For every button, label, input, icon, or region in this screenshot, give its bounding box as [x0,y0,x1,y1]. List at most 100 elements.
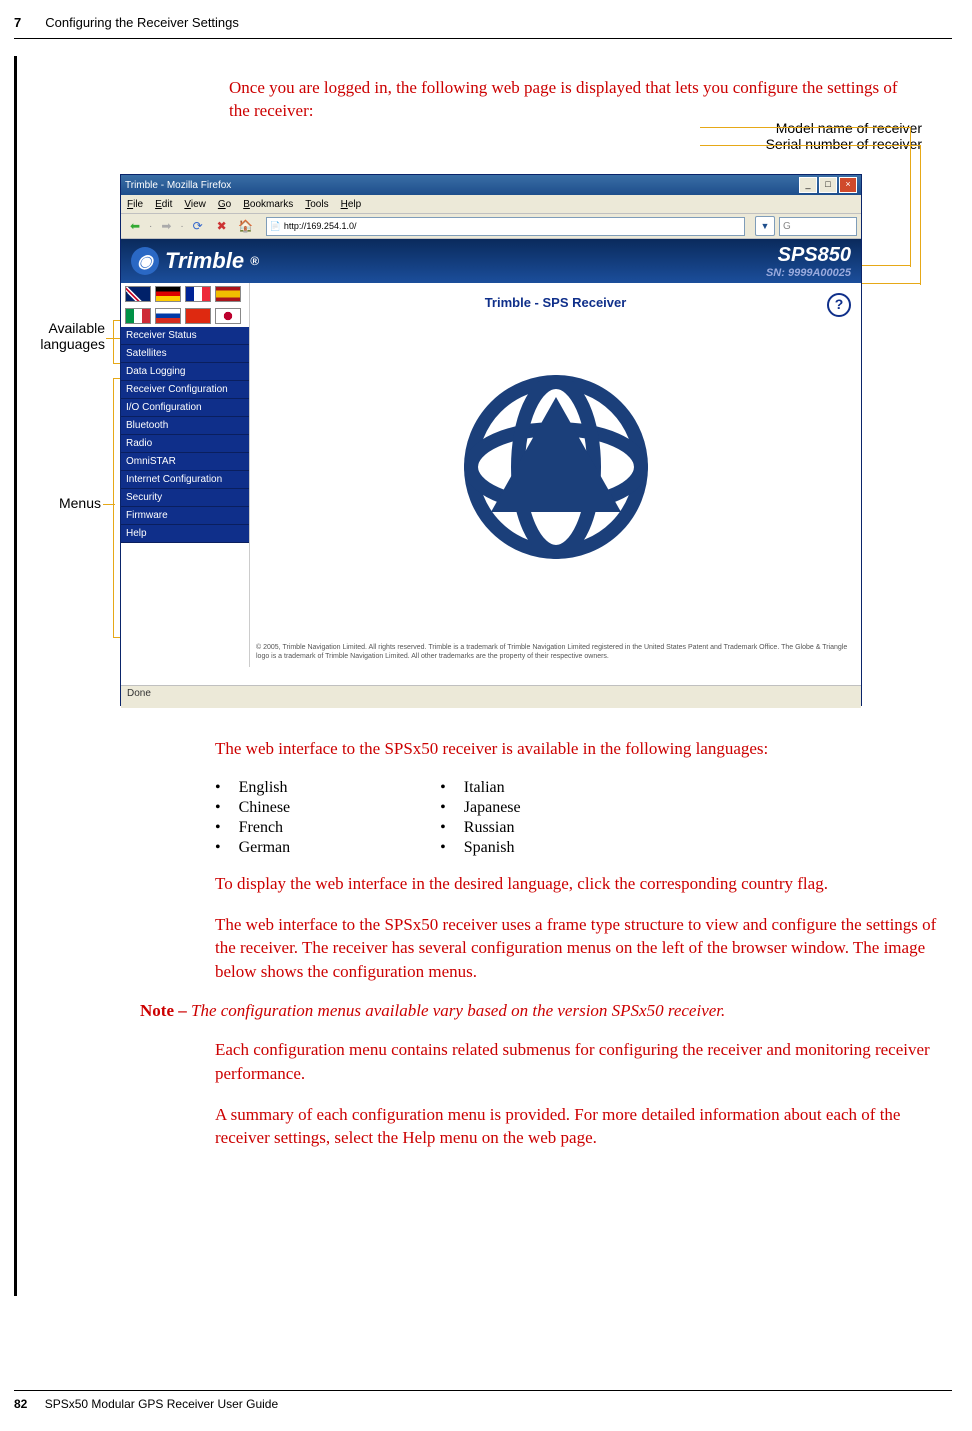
serial-label: SN: 9999A00025 [766,267,851,279]
sidebar-item[interactable]: Security [121,489,249,507]
list-item: Italian [440,778,520,798]
sidebar-item[interactable]: Receiver Status [121,327,249,345]
search-input[interactable]: G [779,217,857,236]
back-icon[interactable]: ⬅ [125,216,145,236]
chapter-number: 7 [14,15,21,30]
sidebar-item[interactable]: Satellites [121,345,249,363]
es-flag[interactable] [215,286,241,302]
menu-list: Receiver StatusSatellitesData LoggingRec… [121,327,249,543]
separator: · [149,221,152,232]
list-item: Spanish [440,838,520,858]
languages-intro: The web interface to the SPSx50 receiver… [215,737,942,761]
list-item: German [215,838,290,858]
forward-icon[interactable]: ➡ [156,216,176,236]
it-flag[interactable] [125,308,151,324]
list-item: Chinese [215,798,290,818]
sidebar-item[interactable]: Radio [121,435,249,453]
note-label: Note – [140,1001,191,1020]
home-icon[interactable]: 🏠 [236,216,256,236]
list-item: Japanese [440,798,520,818]
toolbar: ⬅ · ➡ · ⟳ ✖ 🏠 📄 http://169.254.1.0/ ▼ G [121,214,861,239]
sidebar-item[interactable]: Receiver Configuration [121,381,249,399]
callout-line [920,145,921,285]
brand-text: Trimble [165,248,244,274]
menu-go[interactable]: Go [218,199,231,210]
jp-flag[interactable] [215,308,241,324]
sidebar-item[interactable]: OmniSTAR [121,453,249,471]
page-footer: 82 SPSx50 Modular GPS Receiver User Guid… [14,1390,952,1411]
browser-window: Trimble - Mozilla Firefox _ □ × File Edi… [120,174,862,706]
page-icon: 📄 [270,221,281,232]
ru-flag[interactable] [155,308,181,324]
sidebar-item[interactable]: Help [121,525,249,543]
minimize-button[interactable]: _ [799,177,817,193]
menu-edit[interactable]: Edit [155,199,172,210]
menu-help[interactable]: Help [341,199,362,210]
language-list: EnglishChineseFrenchGerman ItalianJapane… [215,778,972,858]
status-text: Done [127,688,151,699]
submenu-paragraph: Each configuration menu contains related… [215,1038,942,1086]
callout-line [700,127,910,128]
menubar: File Edit View Go Bookmarks Tools Help [121,195,861,214]
browser-viewport: ◉ Trimble® SPS850 SN: 9999A00025 Receive… [121,239,861,685]
url-text: http://169.254.1.0/ [284,221,357,231]
stop-icon[interactable]: ✖ [212,216,232,236]
summary-paragraph: A summary of each configuration menu is … [215,1103,942,1151]
flag-row-1 [121,283,249,305]
separator: · [180,221,183,232]
sidebar-item[interactable]: I/O Configuration [121,399,249,417]
callout-line [113,320,114,364]
footer-title: SPSx50 Modular GPS Receiver User Guide [45,1397,278,1411]
uk-flag[interactable] [125,286,151,302]
callout-line [113,378,114,638]
cn-flag[interactable] [185,308,211,324]
sidebar-item[interactable]: Firmware [121,507,249,525]
de-flag[interactable] [155,286,181,302]
trimble-globe-logo [456,367,656,567]
help-icon[interactable]: ? [827,293,851,317]
globe-icon: ◉ [131,247,159,275]
chapter-title: Configuring the Receiver Settings [45,15,239,30]
callout-menus: Menus [36,495,101,511]
left-column: Receiver StatusSatellitesData LoggingRec… [121,283,249,667]
fr-flag[interactable] [185,286,211,302]
list-item: Russian [440,818,520,838]
callout-line [700,145,920,146]
content-title: Trimble - SPS Receiver [250,283,861,310]
callout-model-serial: Model name of receiver Serial number of … [766,120,922,152]
reload-icon[interactable]: ⟳ [188,216,208,236]
menu-file[interactable]: File [127,199,143,210]
frame-paragraph: The web interface to the SPSx50 receiver… [215,913,942,984]
flag-row-2 [121,305,249,327]
status-bar: Done [121,685,861,708]
sidebar-item[interactable]: Internet Configuration [121,471,249,489]
search-icon: G [783,221,791,232]
page-number: 82 [14,1397,27,1411]
callout-languages: Available languages [25,320,105,352]
trimble-banner: ◉ Trimble® SPS850 SN: 9999A00025 [121,239,861,283]
note-text: The configuration menus available vary b… [191,1001,725,1020]
intro-paragraph: Once you are logged in, the following we… [229,77,922,123]
callout-line [910,127,911,267]
sidebar-item[interactable]: Data Logging [121,363,249,381]
note-paragraph: Note – The configuration menus available… [140,1001,932,1021]
go-button[interactable]: ▼ [755,216,775,236]
titlebar[interactable]: Trimble - Mozilla Firefox _ □ × [121,175,861,195]
model-label: SPS850 [766,244,851,267]
url-input[interactable]: 📄 http://169.254.1.0/ [266,217,745,236]
menu-tools[interactable]: Tools [305,199,328,210]
menu-view[interactable]: View [184,199,206,210]
callout-model-label: Model name of receiver [766,120,922,136]
sidebar-item[interactable]: Bluetooth [121,417,249,435]
trimble-logo: ◉ Trimble® [131,247,259,275]
maximize-button[interactable]: □ [819,177,837,193]
copyright-text: © 2005, Trimble Navigation Limited. All … [256,644,855,661]
content-area: Trimble - SPS Receiver ? © 2005, Trimble… [249,283,861,667]
list-item: French [215,818,290,838]
page-header: 7 Configuring the Receiver Settings [14,14,952,39]
close-button[interactable]: × [839,177,857,193]
list-item: English [215,778,290,798]
flag-paragraph: To display the web interface in the desi… [215,872,942,896]
menu-bookmarks[interactable]: Bookmarks [243,199,293,210]
callout-serial-label: Serial number of receiver [766,136,922,152]
